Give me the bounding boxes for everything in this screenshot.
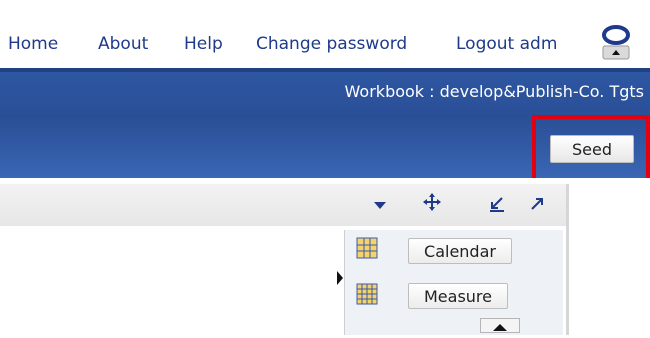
grid-icon [356,283,378,305]
nav-help-link[interactable]: Help [184,34,223,54]
grid-icon [356,237,378,259]
seed-highlight-box [532,115,650,184]
move-icon[interactable] [422,192,442,217]
measure-button[interactable]: Measure [408,283,508,309]
nav-logout-link[interactable]: Logout adm [456,34,557,54]
oracle-logo-icon[interactable] [600,22,632,60]
banner-divider [0,68,650,72]
dropdown-icon[interactable] [372,194,388,218]
panel-toolbar [0,184,566,227]
scroll-up-icon [493,324,507,331]
nav-change-password-link[interactable]: Change password [256,34,407,54]
calendar-button[interactable]: Calendar [408,238,512,264]
nav-home-link[interactable]: Home [8,34,58,54]
nav-about-link[interactable]: About [98,34,148,54]
workbook-title: Workbook : develop&Publish-Co. Tgts [344,82,644,101]
minimize-icon[interactable] [488,194,506,218]
splitter-handle[interactable] [337,265,344,291]
maximize-icon[interactable] [528,194,546,218]
panel-border [566,184,569,335]
scroll-up-button[interactable] [480,318,520,333]
